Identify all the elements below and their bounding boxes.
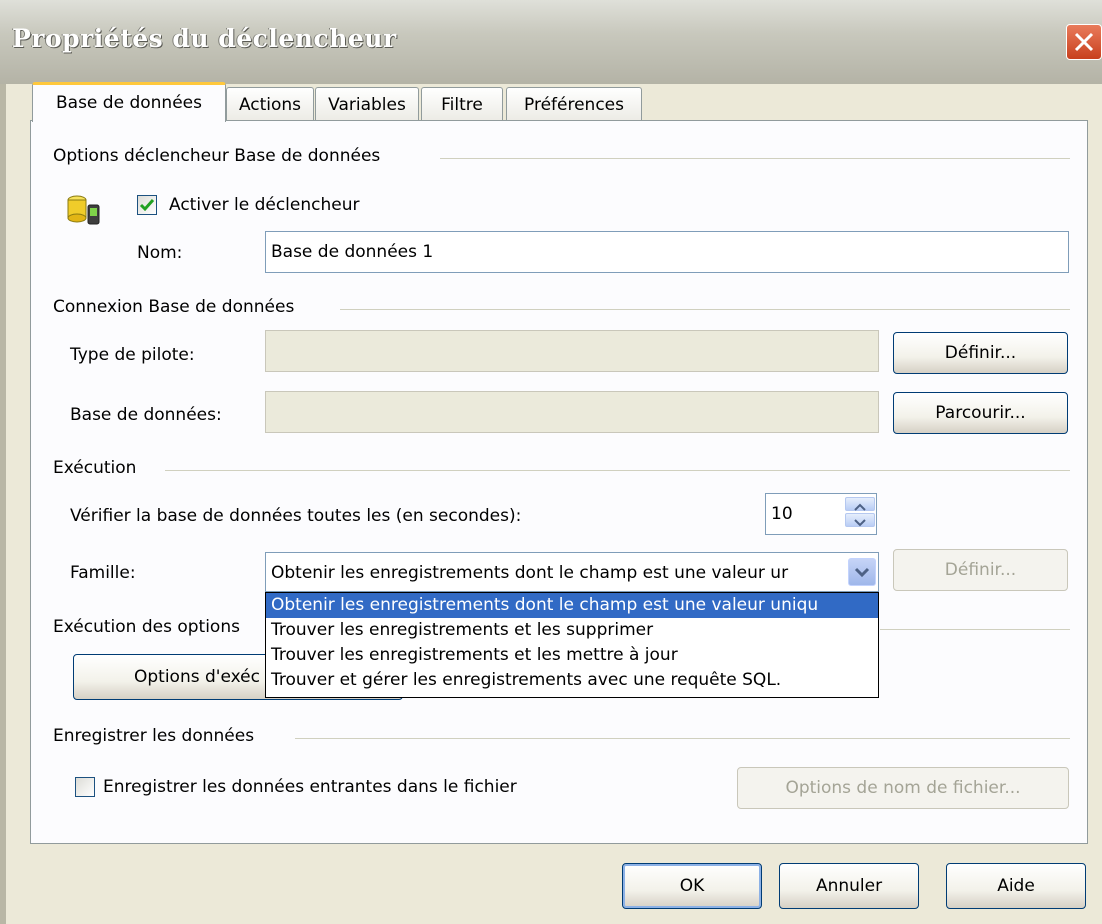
checkmark-icon: [139, 199, 155, 212]
execution-group-title: Exécution: [53, 458, 137, 478]
tab-actions[interactable]: Actions: [226, 87, 314, 121]
family-option[interactable]: Obtenir les enregistrements dont le cham…: [266, 593, 878, 618]
spin-down-button[interactable]: [845, 513, 875, 527]
save-incoming-label[interactable]: Enregistrer les données entrantes dans l…: [103, 777, 517, 797]
tab-base-de-donnees[interactable]: Base de données: [32, 82, 226, 122]
define-family-button[interactable]: Définir...: [893, 549, 1068, 591]
family-option[interactable]: Trouver les enregistrements et les mettr…: [266, 643, 878, 668]
tab-label: Actions: [238, 95, 302, 115]
driver-type-label: Type de pilote:: [70, 345, 195, 365]
tab-label: Variables: [328, 95, 406, 115]
filename-options-button[interactable]: Options de nom de fichier...: [737, 767, 1069, 809]
group-divider: [295, 738, 1070, 739]
tab-preferences[interactable]: Préférences: [506, 87, 642, 121]
database-label: Base de données:: [70, 405, 222, 425]
tab-variables[interactable]: Variables: [315, 87, 419, 121]
family-option[interactable]: Trouver les enregistrements et les suppr…: [266, 618, 878, 643]
spin-up-icon: [854, 503, 866, 511]
connection-group-title: Connexion Base de données: [53, 297, 295, 317]
execution-options-label: Options d'exéc: [134, 667, 260, 687]
family-selected-value: Obtenir les enregistrements dont le cham…: [271, 563, 789, 583]
chevron-down-icon: [854, 567, 870, 578]
options-group-title: Options déclencheur Base de données: [53, 146, 381, 166]
window-title: Propriétés du déclencheur: [12, 24, 397, 53]
family-dropdown-list[interactable]: Obtenir les enregistrements dont le cham…: [265, 592, 879, 698]
interval-label: Vérifier la base de données toutes les (…: [70, 506, 522, 526]
family-label: Famille:: [70, 563, 136, 583]
window-border: [0, 84, 6, 924]
group-divider: [440, 158, 1070, 159]
cancel-button[interactable]: Annuler: [779, 863, 919, 909]
tab-label: Préférences: [524, 95, 624, 115]
interval-value: 10: [771, 504, 793, 524]
family-select[interactable]: Obtenir les enregistrements dont le cham…: [265, 552, 879, 592]
name-field[interactable]: Base de données 1: [265, 231, 1069, 273]
define-driver-button[interactable]: Définir...: [893, 332, 1068, 374]
tab-label: Base de données: [56, 93, 202, 113]
database-field[interactable]: [265, 391, 879, 433]
browse-database-button[interactable]: Parcourir...: [893, 392, 1068, 434]
database-icon: [64, 192, 104, 233]
group-divider: [340, 309, 1070, 310]
title-bar[interactable]: Propriétés du déclencheur: [0, 0, 1102, 84]
help-button[interactable]: Aide: [946, 863, 1086, 909]
group-divider: [880, 629, 1070, 630]
exec-options-group-title: Exécution des options: [53, 617, 240, 637]
family-dropdown-button[interactable]: [848, 558, 876, 586]
group-divider: [165, 470, 1070, 471]
close-icon: [1074, 32, 1094, 52]
tab-filtre[interactable]: Filtre: [421, 87, 503, 121]
save-incoming-checkbox[interactable]: [75, 777, 95, 797]
enable-trigger-label[interactable]: Activer le déclencheur: [169, 195, 359, 215]
close-button[interactable]: [1066, 24, 1102, 60]
save-group-title: Enregistrer les données: [53, 726, 255, 746]
family-option[interactable]: Trouver et gérer les enregistrements ave…: [266, 668, 878, 693]
driver-type-field[interactable]: [265, 330, 879, 372]
ok-button[interactable]: OK: [622, 863, 762, 909]
spin-down-icon: [854, 519, 866, 527]
enable-trigger-checkbox[interactable]: [137, 195, 157, 215]
spin-up-button[interactable]: [845, 497, 875, 511]
name-label: Nom:: [137, 243, 183, 263]
tab-label: Filtre: [441, 95, 483, 115]
